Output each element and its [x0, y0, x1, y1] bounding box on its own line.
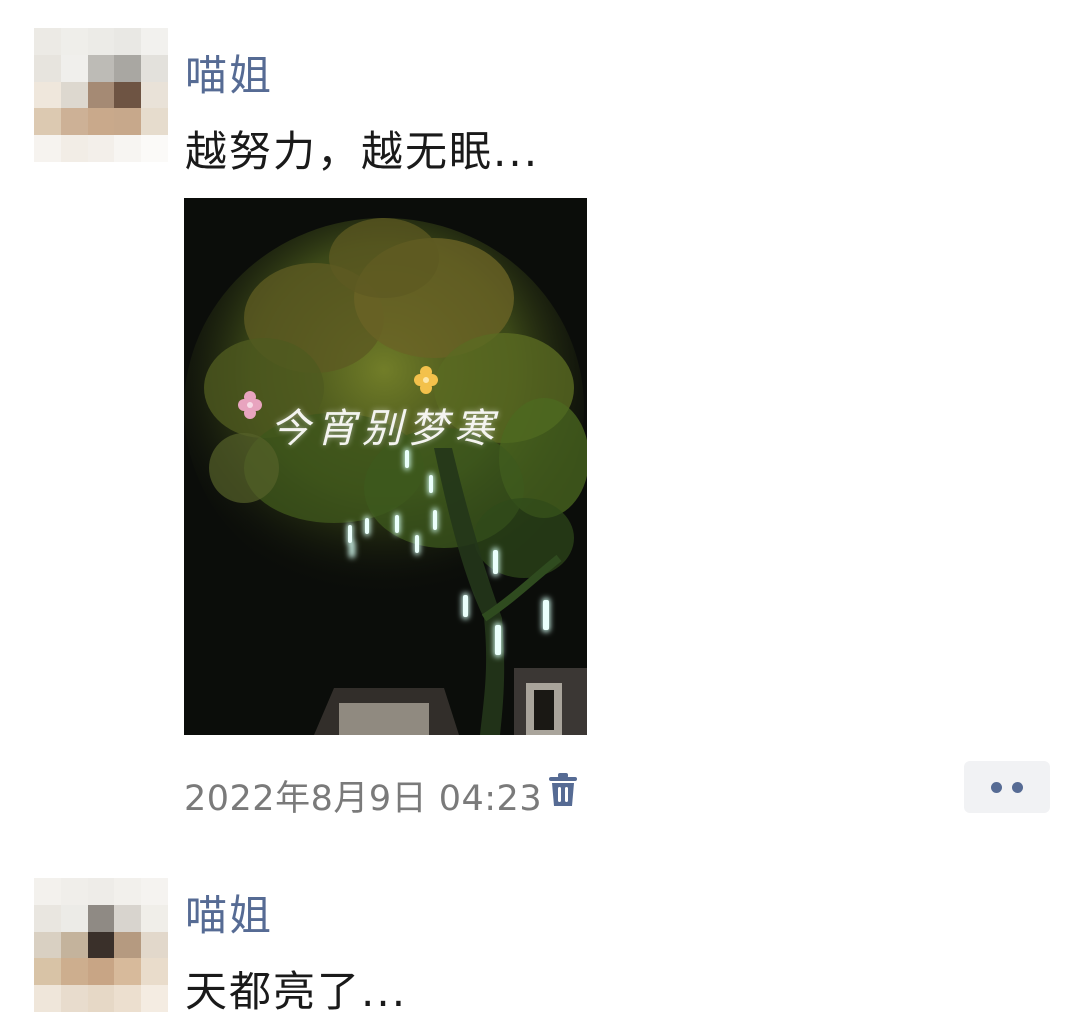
post-timestamp: 2022年8月9日 04:23	[184, 779, 543, 819]
more-options-button[interactable]	[964, 761, 1050, 813]
post-text: 天都亮了...	[185, 967, 408, 1016]
trash-icon[interactable]	[548, 772, 578, 808]
moments-post: 喵姐 天都亮了...	[0, 850, 1080, 1017]
night-tree-photo-graphic	[184, 198, 587, 735]
photo-overlay-text: 今宵别梦寒	[270, 406, 500, 452]
more-dots-icon	[991, 781, 1002, 793]
avatar[interactable]	[34, 28, 168, 162]
post-text: 越努力，越无眠...	[185, 127, 540, 176]
moments-post: 喵姐 越努力，越无眠... 今宵别梦寒 2022年8月9日 04:23	[0, 0, 1080, 850]
avatar[interactable]	[34, 878, 168, 1012]
author-name[interactable]: 喵姐	[185, 882, 273, 943]
author-name[interactable]: 喵姐	[185, 42, 273, 103]
post-photo[interactable]: 今宵别梦寒	[184, 198, 587, 735]
